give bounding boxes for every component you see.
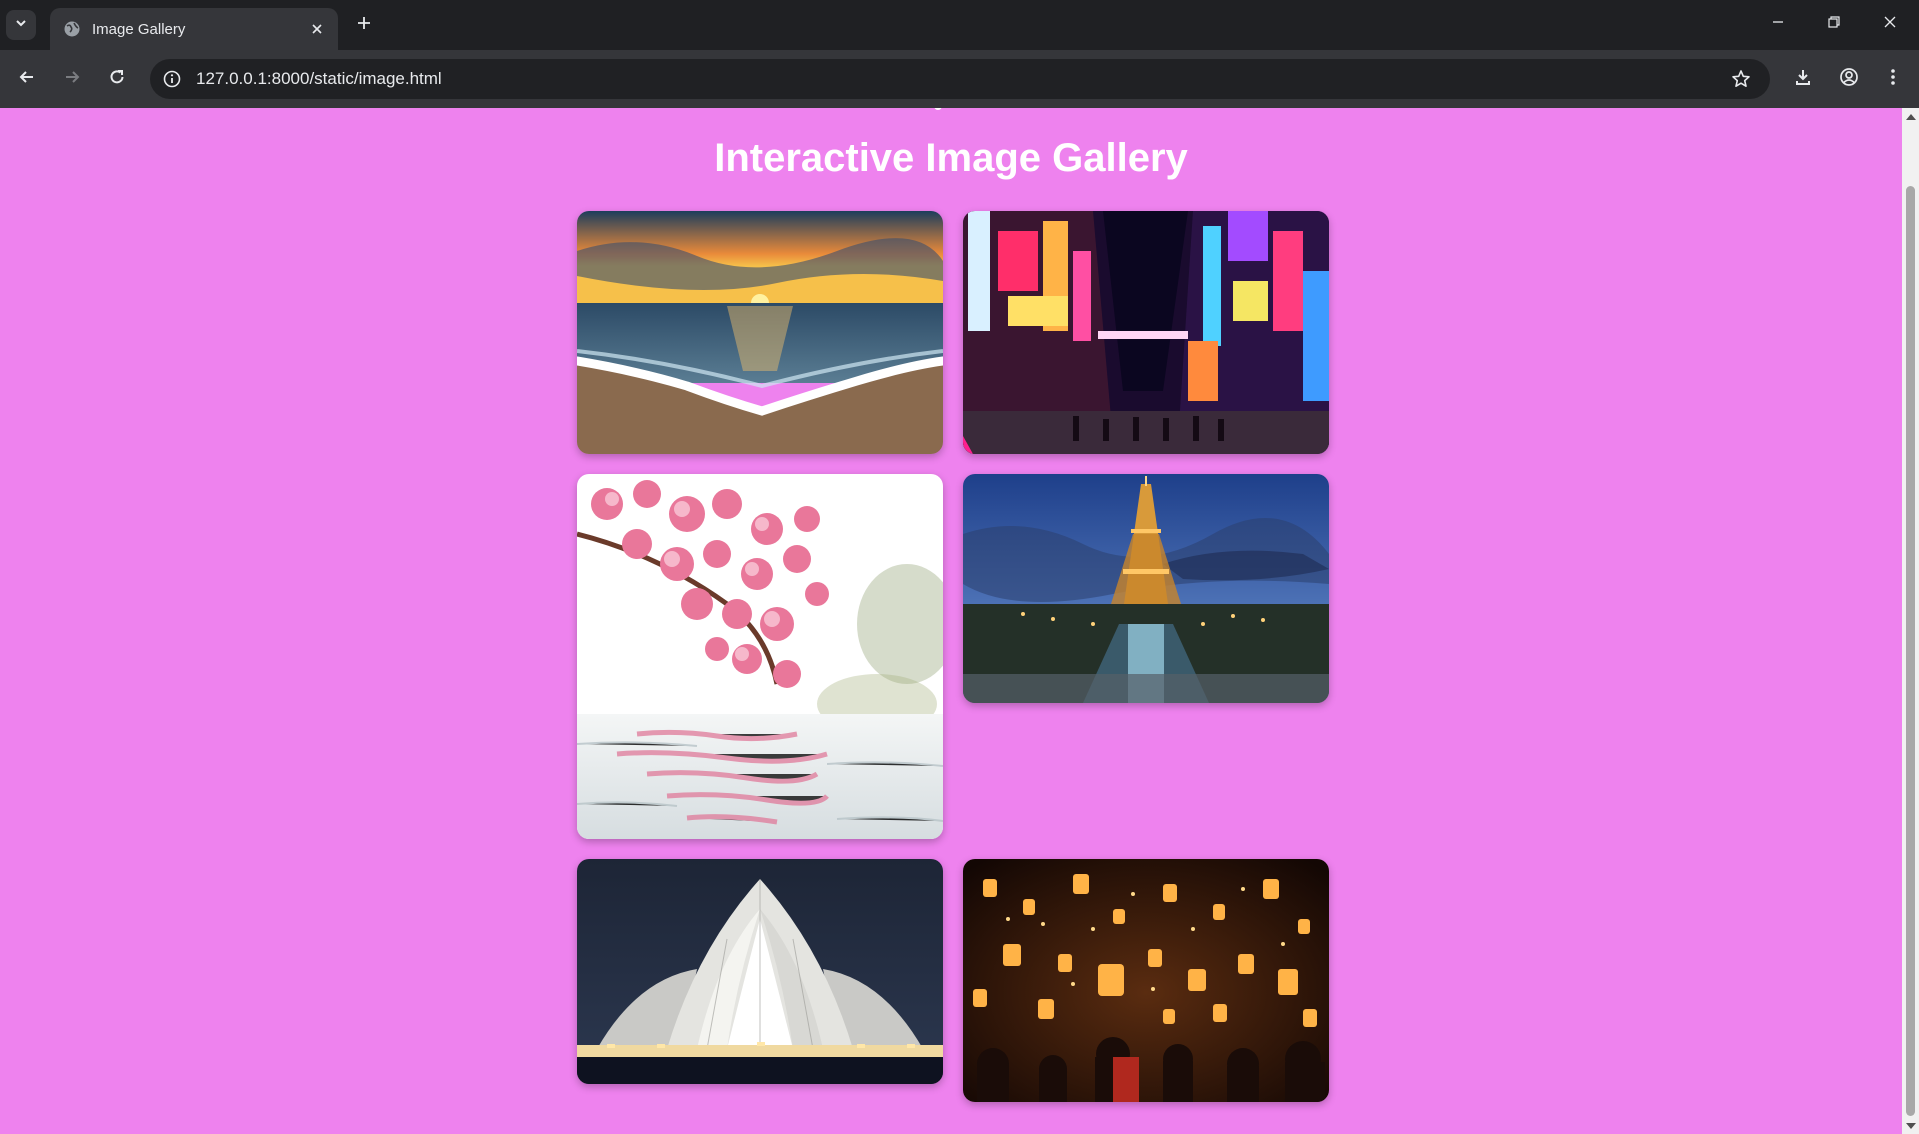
scroll-down-arrow-icon[interactable] [1902,1117,1919,1134]
restore-icon [1827,15,1841,34]
download-icon [1793,67,1813,92]
gallery-image-sunset-beach[interactable] [577,211,943,454]
forward-button[interactable] [57,64,87,94]
close-icon [1883,15,1897,34]
new-tab-button[interactable] [350,11,378,39]
gallery-image-neon-street[interactable] [963,211,1329,454]
back-button[interactable] [12,64,42,94]
scroll-up-arrow-icon[interactable] [1902,108,1919,125]
menu-button[interactable] [1878,64,1908,94]
tab-title: Image Gallery [92,20,186,38]
tab-strip: Image Gallery [0,0,1919,50]
downloads-button[interactable] [1788,64,1818,94]
vertical-scrollbar[interactable] [1902,108,1919,1134]
minimize-icon [1771,15,1785,34]
more-vert-icon [1883,67,1903,92]
close-icon[interactable] [304,16,330,42]
tab-search-button[interactable] [6,10,36,40]
gallery-image-sky-lanterns[interactable] [963,859,1329,1102]
chevron-down-icon [14,16,28,35]
tab-image-gallery[interactable]: Image Gallery [50,8,338,50]
profile-button[interactable] [1834,64,1864,94]
gallery-image-lotus-temple[interactable] [577,859,943,1084]
profile-icon [1839,67,1859,92]
page-viewport: Interactive Image Gallery [0,108,1902,1134]
scrollbar-thumb[interactable] [1906,186,1915,1116]
site-info-icon[interactable] [160,67,184,91]
bookmark-star-icon[interactable] [1726,64,1756,94]
window-close-button[interactable] [1870,8,1910,40]
clipped-text-fragment [934,108,942,110]
gallery-image-eiffel-tower[interactable] [963,474,1329,703]
minimize-button[interactable] [1758,8,1798,40]
gallery-image-cherry-blossom[interactable] [577,474,943,839]
globe-icon [62,19,82,39]
arrow-left-icon [18,68,36,91]
url-text: 127.0.0.1:8000/static/image.html [196,69,442,88]
reload-icon [108,68,126,91]
plus-icon [356,15,372,36]
page-title: Interactive Image Gallery [714,136,1188,180]
restore-button[interactable] [1814,8,1854,40]
address-bar[interactable]: 127.0.0.1:8000/static/image.html [150,59,1770,99]
browser-toolbar: 127.0.0.1:8000/static/image.html [0,50,1919,108]
reload-button[interactable] [102,64,132,94]
arrow-right-icon [63,68,81,91]
